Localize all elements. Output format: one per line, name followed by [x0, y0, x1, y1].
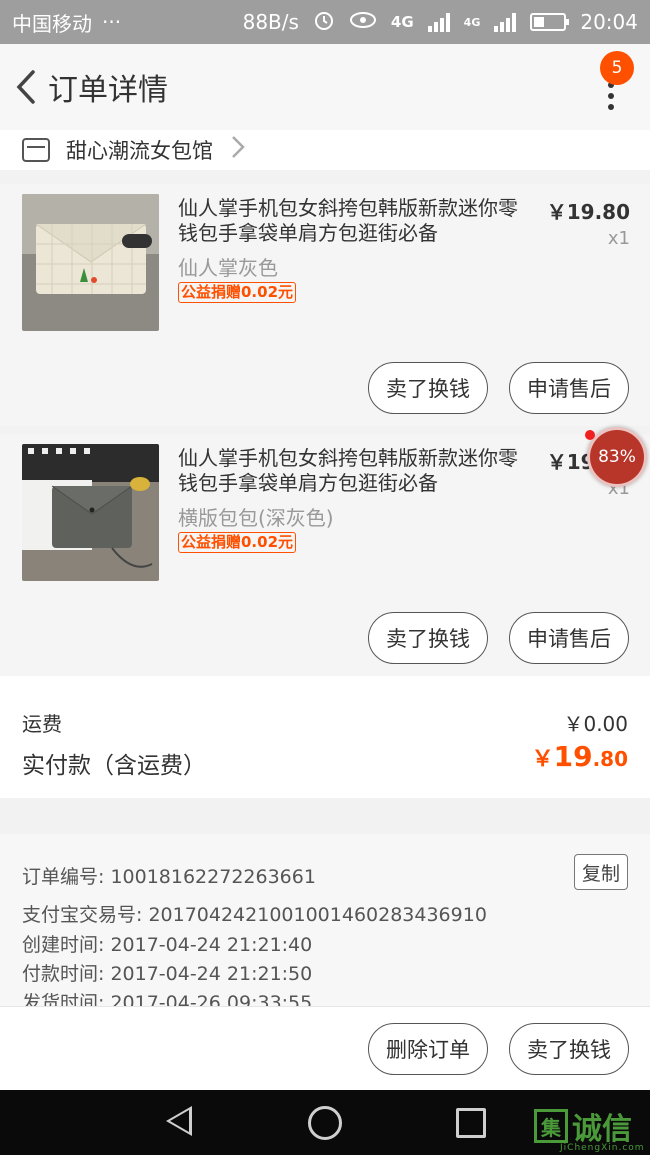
order-info-section: 订单编号: 10018162272263661 复制 支付宝交易号: 20170…: [0, 834, 650, 1006]
network-type-2: 4G: [463, 15, 481, 29]
sell-button[interactable]: 卖了换钱: [509, 1023, 629, 1075]
donation-badge: 公益捐赠0.02元: [178, 282, 297, 303]
paid-label: 实付款（含运费）: [22, 753, 206, 779]
order-number: 订单编号: 10018162272263661: [22, 866, 316, 888]
product-quantity: x1: [607, 228, 630, 249]
store-icon: [22, 138, 50, 162]
clock: 20:04: [580, 10, 638, 34]
shipping-label: 运费: [22, 712, 62, 736]
more-menu-button[interactable]: [608, 82, 616, 110]
after-sales-button[interactable]: 申请售后: [509, 612, 629, 664]
product-image[interactable]: [22, 444, 159, 581]
paid-amount: ￥19.80: [532, 740, 628, 773]
product-price: ￥19.80: [546, 200, 630, 224]
network-type: 4G: [390, 13, 414, 31]
product-variant: 横版包包(深灰色): [178, 506, 334, 530]
back-button[interactable]: [4, 65, 48, 109]
carrier-label: 中国移动: [12, 11, 92, 36]
notification-badge: 5: [600, 51, 634, 85]
order-item: 仙人掌手机包女斜挎包韩版新款迷你零钱包手拿袋单肩方包逛街必备 仙人掌灰色 公益捐…: [0, 184, 650, 426]
signal-icon-2: [494, 12, 517, 32]
sell-button[interactable]: 卖了换钱: [368, 362, 488, 414]
red-dot-indicator: [585, 430, 595, 440]
paid-currency: ￥: [531, 747, 554, 772]
created-time: 创建时间: 2017-04-24 21:21:40: [22, 934, 313, 956]
order-item: 仙人掌手机包女斜挎包韩版新款迷你零钱包手拿袋单肩方包逛街必备 横版包包(深灰色)…: [0, 434, 650, 676]
payment-time: 付款时间: 2017-04-24 21:21:50: [22, 963, 313, 985]
copy-button[interactable]: 复制: [574, 854, 628, 890]
sell-button[interactable]: 卖了换钱: [368, 612, 488, 664]
network-speed: 88B/s: [242, 10, 299, 34]
bottom-action-bar: 删除订单 卖了换钱: [0, 1006, 650, 1090]
donation-badge: 公益捐赠0.02元: [178, 532, 297, 553]
after-sales-button[interactable]: 申请售后: [509, 362, 629, 414]
watermark-text: 诚信: [572, 1112, 632, 1147]
chevron-left-icon: [16, 70, 35, 104]
page-title: 订单详情: [48, 73, 168, 108]
shipping-value: ￥0.00: [563, 712, 628, 736]
watermark-url: JiChengXin.com: [560, 1143, 645, 1153]
product-name[interactable]: 仙人掌手机包女斜挎包韩版新款迷你零钱包手拿袋单肩方包逛街必备: [178, 196, 518, 246]
status-bar: 中国移动 ··· 88B/s 4G 4G 20:04: [0, 0, 650, 44]
watermark-box: 集: [534, 1109, 568, 1143]
paid-decimal: .80: [592, 747, 628, 771]
shipped-time: 发货时间: 2017-04-26 09:33:55: [22, 992, 313, 1006]
eye-icon: [349, 10, 377, 34]
notification-dots: ···: [102, 10, 122, 34]
nav-recents-icon[interactable]: [456, 1108, 486, 1138]
product-variant: 仙人掌灰色: [178, 256, 278, 280]
nav-home-icon[interactable]: [308, 1106, 342, 1140]
product-image[interactable]: [22, 194, 159, 331]
shop-row[interactable]: 甜心潮流女包馆: [0, 130, 650, 170]
shop-name: 甜心潮流女包馆: [66, 139, 213, 163]
paid-integer: 19: [553, 740, 593, 773]
delete-order-button[interactable]: 删除订单: [368, 1023, 488, 1075]
totals-section: 运费 ￥0.00 实付款（含运费） ￥19.80: [0, 676, 650, 798]
floating-progress-widget[interactable]: 83%: [587, 427, 647, 487]
app-header: 订单详情 5: [0, 44, 650, 130]
signal-icon: [427, 12, 450, 32]
alipay-trade-number: 支付宝交易号: 2017042421001001460283436910: [22, 904, 487, 926]
watermark-logo: 集 诚信: [534, 1104, 632, 1148]
nav-back-icon[interactable]: [166, 1106, 192, 1136]
chevron-right-icon: [231, 135, 245, 166]
battery-icon: [530, 13, 570, 31]
alarm-icon: [313, 9, 335, 36]
product-name[interactable]: 仙人掌手机包女斜挎包韩版新款迷你零钱包手拿袋单肩方包逛街必备: [178, 446, 518, 496]
